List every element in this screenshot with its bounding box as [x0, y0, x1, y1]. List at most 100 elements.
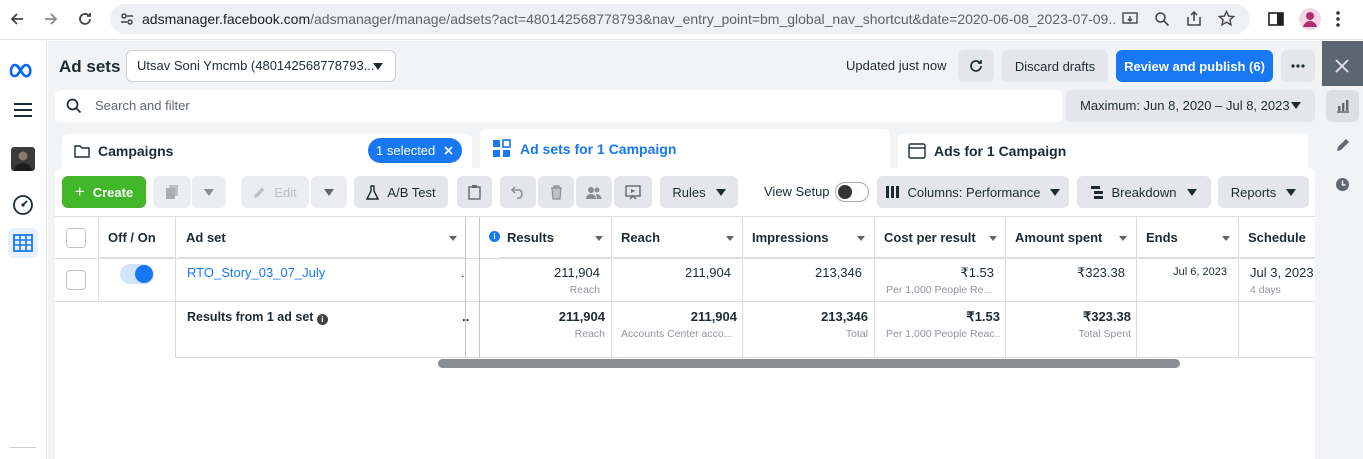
- ab-test-button[interactable]: A/B Test: [354, 176, 448, 208]
- plus-icon: +: [74, 182, 85, 201]
- edit-pencil-icon[interactable]: [1335, 138, 1350, 153]
- row-cost-sub: Per 1,000 People Re...: [886, 284, 993, 296]
- sort-chevron-icon[interactable]: [449, 236, 457, 241]
- ellipsis-icon: [1291, 64, 1305, 68]
- delete-button[interactable]: [538, 176, 574, 208]
- browser-menu-icon[interactable]: [1336, 11, 1340, 27]
- sort-chevron-icon[interactable]: [857, 236, 865, 241]
- install-app-icon[interactable]: [1122, 11, 1138, 27]
- review-and-publish-button[interactable]: Review and publish (6): [1116, 50, 1273, 82]
- sort-chevron-icon[interactable]: [1119, 236, 1127, 241]
- edit-button[interactable]: Edit: [241, 176, 309, 208]
- columns-button[interactable]: Columns: Performance: [877, 176, 1069, 208]
- share-icon[interactable]: [1186, 11, 1202, 27]
- summary-cost-per-result: ₹1.53: [966, 309, 1000, 324]
- edit-button-label: Edit: [274, 184, 297, 200]
- audience-button[interactable]: [576, 176, 612, 208]
- tab-ad-sets[interactable]: Ad sets for 1 Campaign: [480, 129, 890, 171]
- forward-arrow-icon[interactable]: [38, 6, 64, 32]
- sort-chevron-icon[interactable]: [1222, 236, 1230, 241]
- breakdown-button[interactable]: Breakdown: [1077, 176, 1211, 208]
- search-icon: [66, 98, 82, 114]
- zoom-icon[interactable]: [1154, 11, 1170, 27]
- column-divider: [175, 217, 176, 358]
- column-header-reach[interactable]: Reach: [613, 218, 742, 258]
- site-settings-icon[interactable]: [120, 12, 134, 26]
- ad-sets-grid-icon: [492, 139, 512, 159]
- discard-drafts-button[interactable]: Discard drafts: [1002, 50, 1108, 82]
- breakdown-icon: [1091, 185, 1104, 199]
- summary-spent-sub: Total Spent: [1078, 328, 1131, 340]
- profile-avatar-icon[interactable]: [1299, 8, 1321, 30]
- date-range-label: Maximum: Jun 8, 2020 – Jul 8, 2023: [1080, 98, 1290, 113]
- hamburger-menu-icon[interactable]: [8, 95, 38, 125]
- url-text: adsmanager.facebook.com/adsmanager/manag…: [142, 11, 1117, 27]
- duplicate-dropdown-button[interactable]: [192, 176, 226, 208]
- chevron-down-icon: [1291, 102, 1301, 109]
- pencil-icon: [254, 187, 265, 198]
- frozen-column-divider: [465, 217, 466, 358]
- column-header-amount-spent[interactable]: Amount spent: [1007, 218, 1136, 258]
- column-header-schedule[interactable]: Schedule: [1240, 218, 1315, 258]
- column-header-cost-per-result[interactable]: Cost per result: [876, 218, 1005, 258]
- select-all-checkbox[interactable]: [66, 228, 86, 248]
- preview-button[interactable]: [614, 176, 652, 208]
- reports-label: Reports: [1230, 184, 1277, 200]
- undo-button[interactable]: [500, 176, 536, 208]
- ab-test-label: A/B Test: [387, 184, 436, 200]
- row-divider: [55, 301, 1315, 302]
- sort-chevron-icon[interactable]: [726, 236, 734, 241]
- account-avatar-icon[interactable]: [8, 144, 38, 174]
- summary-bottom-border: [175, 357, 1315, 358]
- address-bar[interactable]: adsmanager.facebook.com/adsmanager/manag…: [110, 4, 1250, 34]
- ads-manager-table-icon[interactable]: [8, 228, 38, 258]
- refresh-button[interactable]: [958, 50, 994, 82]
- refresh-icon: [970, 60, 982, 72]
- side-panel-icon[interactable]: [1268, 11, 1284, 27]
- meta-logo-icon[interactable]: [8, 55, 38, 85]
- edit-dropdown-button[interactable]: [311, 176, 347, 208]
- reload-icon[interactable]: [72, 6, 98, 32]
- horizontal-scrollbar[interactable]: [438, 359, 1180, 368]
- search-and-filter-bar[interactable]: Search and filter: [55, 90, 1062, 122]
- search-input[interactable]: Search and filter: [95, 98, 190, 113]
- row-ends: Jul 6, 2023: [1173, 266, 1227, 278]
- ad-account-selector[interactable]: Utsav Soni Ymcmb (480142568778793...: [126, 50, 396, 82]
- tab-ad-sets-label: Ad sets for 1 Campaign: [520, 141, 677, 157]
- selected-count-pill[interactable]: 1 selected: [368, 138, 462, 163]
- row-checkbox[interactable]: [66, 270, 86, 290]
- ad-set-on-off-toggle[interactable]: [120, 264, 154, 284]
- ad-set-name-link[interactable]: RTO_Story_03_07_July: [187, 265, 325, 280]
- back-arrow-icon[interactable]: [4, 6, 30, 32]
- date-range-picker[interactable]: Maximum: Jun 8, 2020 – Jul 8, 2023: [1066, 90, 1315, 122]
- clipboard-button[interactable]: [457, 176, 492, 208]
- sort-chevron-icon[interactable]: [989, 236, 997, 241]
- create-button[interactable]: + Create: [62, 176, 146, 208]
- clear-selection-icon[interactable]: [444, 146, 453, 155]
- row-impressions: 213,346: [815, 265, 862, 280]
- ad-account-name: Utsav Soni Ymcmb (480142568778793...: [137, 58, 375, 73]
- more-options-button[interactable]: [1281, 50, 1315, 82]
- bookmark-star-icon[interactable]: [1218, 10, 1235, 27]
- history-clock-icon[interactable]: [1335, 177, 1350, 192]
- rules-button[interactable]: Rules: [660, 176, 738, 208]
- toggle-knob: [135, 265, 153, 283]
- column-header-ad-set[interactable]: Ad set: [178, 218, 465, 258]
- performance-gauge-icon[interactable]: [8, 190, 38, 220]
- sort-chevron-icon[interactable]: [595, 236, 603, 241]
- info-icon[interactable]: i: [316, 314, 328, 325]
- clipboard-icon: [468, 185, 481, 200]
- summary-cost-sub: Per 1,000 People Reac...: [886, 328, 1000, 340]
- reports-button[interactable]: Reports: [1218, 176, 1309, 208]
- selected-count-label: 1 selected: [376, 143, 436, 158]
- duplicate-button[interactable]: [153, 176, 191, 208]
- column-header-off-on[interactable]: Off / On: [100, 218, 175, 258]
- column-header-impressions[interactable]: Impressions: [744, 218, 874, 258]
- ad-frame-icon: [908, 143, 926, 159]
- row-schedule: Jul 3, 2023: [1250, 265, 1314, 280]
- charts-icon[interactable]: [1326, 90, 1359, 122]
- chevron-down-icon: [1050, 188, 1061, 196]
- close-icon[interactable]: [1335, 59, 1349, 73]
- view-setup-toggle[interactable]: [835, 182, 869, 202]
- tab-ads[interactable]: Ads for 1 Campaign: [898, 134, 1308, 170]
